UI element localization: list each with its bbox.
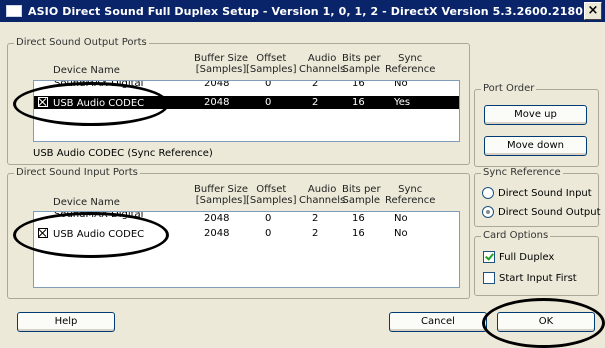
- output-ports-list[interactable]: SoundMAX Digital 2048 0 2 16 No USB Audi…: [33, 80, 460, 142]
- radio-direct-sound-output[interactable]: Direct Sound Output: [482, 206, 601, 218]
- app-icon: [6, 5, 22, 17]
- port-order-title: Port Order: [481, 83, 537, 95]
- input-header-bits-per-sample: Bits per Sample: [342, 184, 381, 206]
- radio-output-icon[interactable]: [482, 206, 494, 218]
- help-button[interactable]: Help: [17, 312, 115, 332]
- input-row-usb-codec[interactable]: USB Audio CODEC 2048 0 2 16 No: [34, 227, 459, 240]
- input-header-device-name: Device Name: [53, 197, 120, 208]
- start-input-first-check-icon[interactable]: [483, 272, 495, 284]
- output-row-usb-codec[interactable]: USB Audio CODEC 2048 0 2 16 Yes: [34, 96, 459, 109]
- output-header-sync-reference: Sync Reference: [385, 53, 436, 75]
- output-row-soundmax[interactable]: SoundMAX Digital 2048 0 2 16 No: [34, 81, 459, 90]
- input-header-offset: Offset [Samples]: [246, 184, 297, 206]
- output-header-offset: Offset [Samples]: [246, 53, 297, 75]
- card-options-group: Card Options: [474, 230, 599, 296]
- card-options-title: Card Options: [481, 230, 551, 242]
- output-header-device-name: Device Name: [53, 65, 120, 76]
- full-duplex-check-icon[interactable]: [483, 251, 495, 263]
- input-header-audio-channels: Audio Channels: [299, 184, 346, 206]
- input-row-soundmax[interactable]: SoundMAX Digital 2048 0 2 16 No: [34, 212, 459, 225]
- move-up-button[interactable]: Move up: [484, 105, 587, 125]
- window-title: ASIO Direct Sound Full Duplex Setup - Ve…: [28, 4, 584, 18]
- output-header-buffer-size: Buffer Size [Samples]: [194, 53, 249, 75]
- input-ports-title: Direct Sound Input Ports: [14, 167, 140, 179]
- input-header-sync-reference: Sync Reference: [385, 184, 436, 206]
- radio-input-icon[interactable]: [482, 187, 494, 199]
- ok-button[interactable]: OK: [497, 312, 595, 332]
- sync-reference-title: Sync Reference: [481, 167, 563, 179]
- output-ports-title: Direct Sound Output Ports: [14, 37, 149, 49]
- input-ports-list[interactable]: SoundMAX Digital 2048 0 2 16 No USB Audi…: [33, 211, 460, 288]
- input-header-buffer-size: Buffer Size [Samples]: [194, 184, 249, 206]
- output-header-audio-channels: Audio Channels: [299, 53, 346, 75]
- close-button[interactable]: ×: [584, 2, 602, 20]
- title-bar[interactable]: ASIO Direct Sound Full Duplex Setup - Ve…: [0, 0, 605, 22]
- radio-direct-sound-input[interactable]: Direct Sound Input: [482, 187, 592, 199]
- output-header-bits-per-sample: Bits per Sample: [342, 53, 381, 75]
- cancel-button[interactable]: Cancel: [389, 312, 487, 332]
- output-sync-reference-label: USB Audio CODEC (Sync Reference): [33, 148, 213, 159]
- output-usb-checkbox-icon[interactable]: [38, 97, 48, 107]
- start-input-first-checkbox[interactable]: Start Input First: [483, 272, 577, 284]
- move-down-button[interactable]: Move down: [484, 136, 587, 156]
- sync-reference-group: Sync Reference: [474, 167, 599, 227]
- input-usb-checkbox-icon[interactable]: [38, 228, 48, 238]
- full-duplex-checkbox[interactable]: Full Duplex: [483, 251, 554, 263]
